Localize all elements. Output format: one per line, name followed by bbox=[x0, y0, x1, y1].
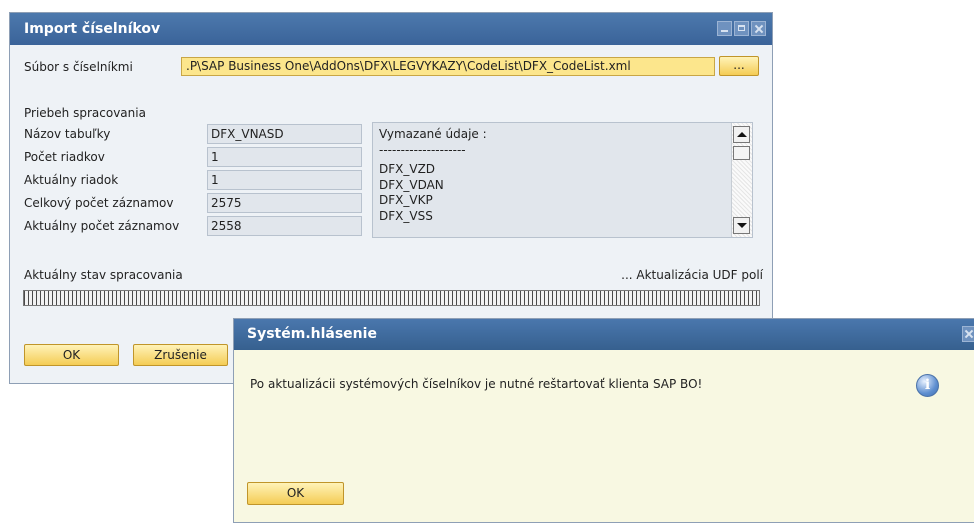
file-label: Súbor s číselníkmi bbox=[24, 60, 133, 74]
minimize-icon[interactable] bbox=[717, 21, 732, 36]
system-message-dialog: Systém.hlásenie Po aktualizácii systémov… bbox=[233, 318, 974, 523]
file-path-field[interactable]: .P\SAP Business One\AddOns\DFX\LEGVYKAZY… bbox=[181, 57, 715, 76]
list-scrollbar[interactable] bbox=[731, 123, 752, 237]
close-icon[interactable] bbox=[751, 21, 766, 36]
scroll-thumb[interactable] bbox=[733, 146, 750, 160]
field-current-records: 2558 bbox=[207, 216, 362, 236]
window-titlebar[interactable]: Import číselníkov bbox=[10, 13, 772, 45]
dialog-ok-button[interactable]: OK bbox=[247, 482, 344, 505]
field-total-records: 2575 bbox=[207, 193, 362, 213]
field-label-current-row: Aktuálny riadok bbox=[24, 173, 119, 187]
scroll-up-icon[interactable] bbox=[733, 126, 750, 143]
info-icon: i bbox=[916, 374, 939, 397]
list-item: DFX_VSS bbox=[379, 208, 433, 223]
status-label: Aktuálny stav spracovania bbox=[24, 268, 183, 282]
list-item: DFX_VKP bbox=[379, 193, 433, 207]
dialog-title: Systém.hlásenie bbox=[247, 326, 377, 342]
dialog-message: Po aktualizácii systémových číselníkov j… bbox=[250, 377, 703, 391]
cancel-button[interactable]: Zrušenie bbox=[133, 344, 228, 366]
field-label-current-records: Aktuálny počet záznamov bbox=[24, 219, 180, 233]
close-icon[interactable] bbox=[962, 326, 974, 342]
dialog-titlebar[interactable]: Systém.hlásenie bbox=[234, 319, 974, 350]
list-separator: -------------------- bbox=[379, 142, 466, 157]
browse-button[interactable]: ... bbox=[719, 56, 759, 76]
section-title: Priebeh spracovania bbox=[24, 106, 146, 120]
scroll-down-icon[interactable] bbox=[733, 217, 750, 234]
field-label-table-name: Názov tabuľky bbox=[24, 127, 111, 141]
field-row-count: 1 bbox=[207, 147, 362, 167]
field-current-row: 1 bbox=[207, 170, 362, 190]
list-item: DFX_VZD bbox=[379, 162, 436, 176]
status-value: ... Aktualizácia UDF polí bbox=[621, 268, 763, 282]
progress-fill bbox=[24, 291, 759, 305]
list-item: DFX_VDAN bbox=[379, 177, 444, 192]
ok-button[interactable]: OK bbox=[24, 344, 119, 366]
deleted-data-listbox[interactable]: Vymazané údaje : -------------------- DF… bbox=[372, 122, 753, 238]
window-title: Import číselníkov bbox=[24, 21, 161, 37]
field-label-total-records: Celkový počet záznamov bbox=[24, 196, 174, 210]
progress-bar bbox=[23, 290, 760, 306]
maximize-icon[interactable] bbox=[734, 21, 749, 36]
list-header: Vymazané údaje : bbox=[379, 127, 487, 141]
field-label-row-count: Počet riadkov bbox=[24, 150, 105, 164]
field-table-name: DFX_VNASD bbox=[207, 124, 362, 144]
